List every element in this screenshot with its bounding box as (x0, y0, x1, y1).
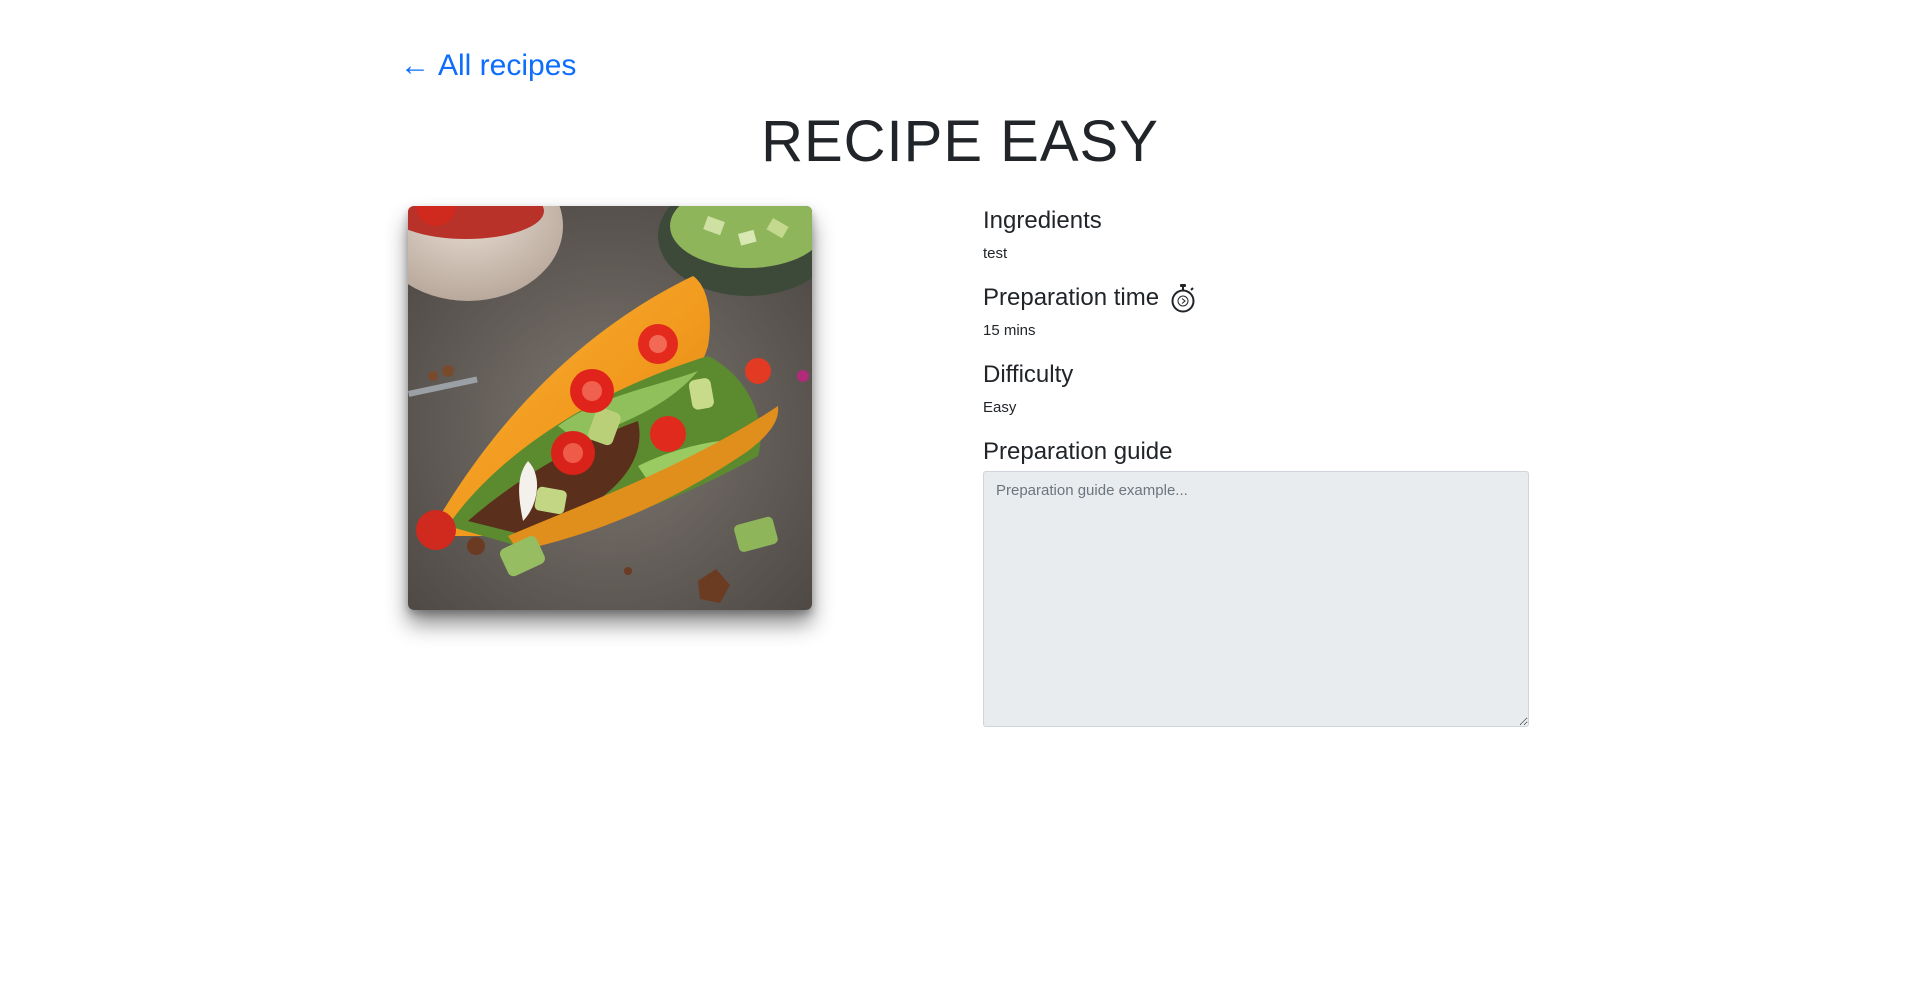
ingredients-heading-label: Ingredients (983, 207, 1102, 234)
recipe-page: ← All recipes RECIPE EASY Ingredients te… (0, 0, 1920, 984)
recipe-photo (408, 206, 812, 610)
prep-time-value: 15 mins (983, 322, 1036, 339)
guide-heading-label: Preparation guide (983, 438, 1173, 465)
recipe-details: Ingredients test Preparation time 15 min… (983, 204, 1529, 727)
difficulty-heading: Difficulty (983, 358, 1529, 392)
preparation-guide-textarea[interactable] (983, 471, 1529, 727)
stopwatch-icon (1169, 283, 1197, 313)
ingredients-heading: Ingredients (983, 204, 1529, 238)
prep-time-heading: Preparation time (983, 281, 1529, 315)
back-link-label: All recipes (438, 49, 577, 82)
back-arrow-icon: ← (400, 49, 430, 82)
difficulty-heading-label: Difficulty (983, 361, 1074, 388)
ingredients-value: test (983, 245, 1008, 262)
prep-time-heading-label: Preparation time (983, 284, 1160, 311)
back-to-recipes-link[interactable]: ← All recipes (400, 46, 576, 86)
recipe-title: RECIPE EASY (761, 109, 1159, 174)
guide-heading: Preparation guide (983, 435, 1529, 469)
difficulty-value: Easy (983, 399, 1017, 416)
